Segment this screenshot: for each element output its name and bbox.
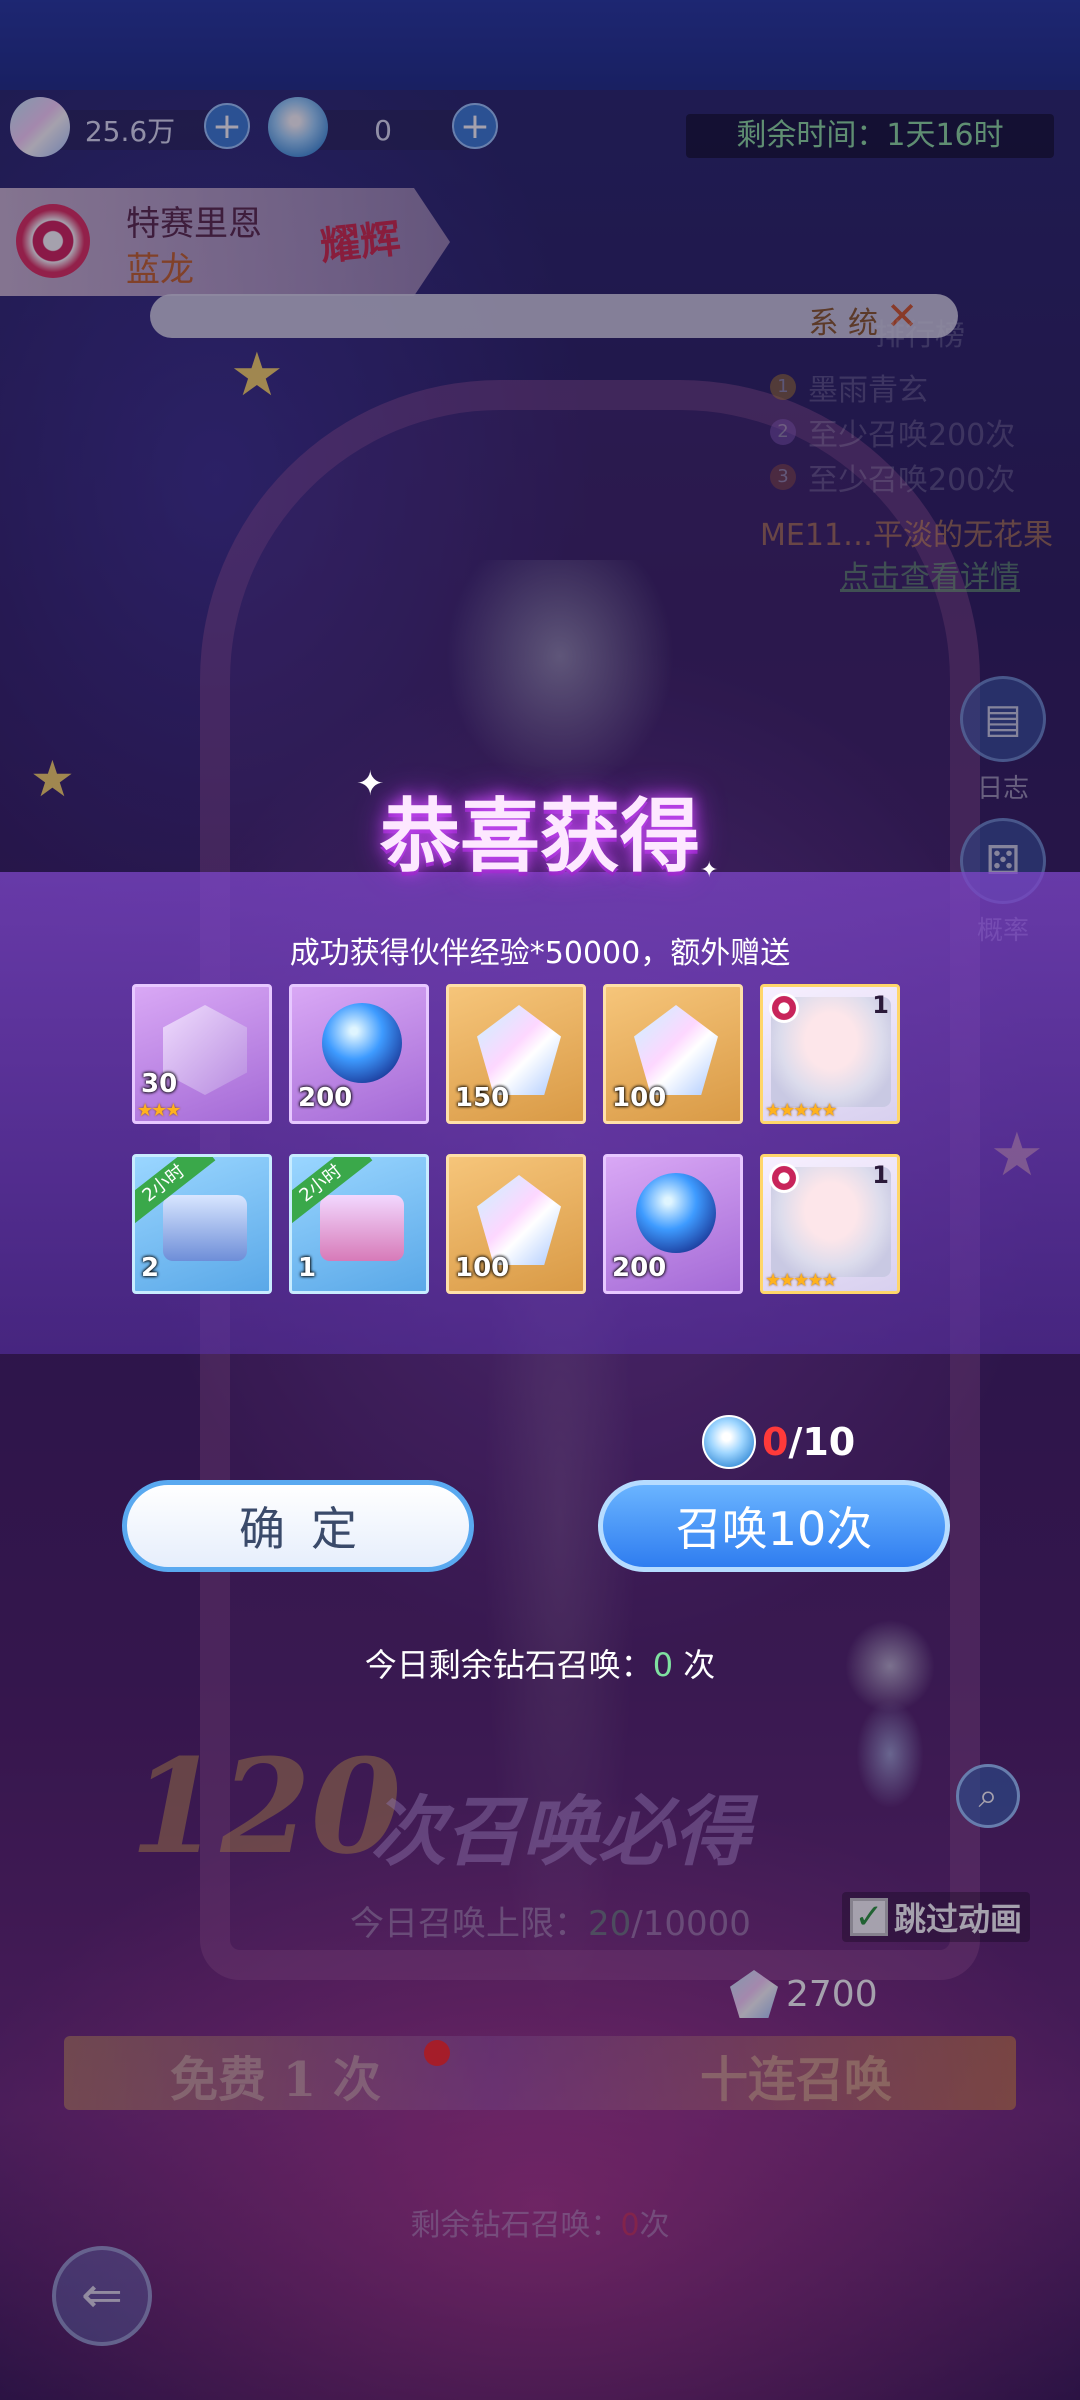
reward-item[interactable]: 30 ★★★ [132,984,272,1124]
reward-item[interactable]: 200 [603,1154,743,1294]
diamond-crystal-icon [477,1175,561,1265]
hero-count: 1 [872,991,889,1019]
star-rating: ★★★ [137,1100,181,1121]
ticket-current: 0 [762,1420,789,1464]
diamond-today-suffix: 次 [683,1646,716,1684]
today-diamond-summons: 今日剩余钻石召唤：0 次 [0,1640,1080,1686]
reward-item[interactable]: 150 [446,984,586,1124]
diamond-today-label: 今日剩余钻石召唤： [364,1646,653,1684]
reward-count: 30 [141,1069,178,1099]
reward-item[interactable]: 100 [446,1154,586,1294]
reward-item[interactable]: 1 ★★★★★ [760,1154,900,1294]
reward-item[interactable]: 2小时 2 [132,1154,272,1294]
hero-emblem-icon [769,993,799,1023]
summon-ticket-counter: 0/10 [702,1414,855,1470]
ticket-total: /10 [788,1420,856,1464]
reward-count: 200 [612,1253,667,1283]
sparkle-icon: ✦ [356,764,385,804]
reward-item[interactable]: 200 [289,984,429,1124]
reward-item[interactable]: 100 [603,984,743,1124]
diamond-today-count: 0 [652,1646,674,1684]
pink-chest-icon [320,1195,404,1261]
sparkle-icon: ✦ [700,858,719,883]
star-rating: ★★★★★ [765,1100,838,1121]
reward-item[interactable]: 2小时 1 [289,1154,429,1294]
gold-chest-icon [163,1195,247,1261]
blue-orb-icon [322,1003,402,1083]
reward-title: 恭喜获得 [380,789,700,883]
reward-count: 100 [612,1083,667,1113]
reward-count: 1 [298,1253,317,1283]
diamond-crystal-icon [634,1005,718,1095]
reward-count: 2 [141,1253,160,1283]
reward-count: 200 [298,1083,353,1113]
reward-subtitle: 成功获得伙伴经验*50000，额外赠送 [289,936,791,971]
summon-ticket-icon [702,1415,756,1469]
diamond-crystal-icon [477,1005,561,1095]
reward-count: 150 [455,1083,510,1113]
hero-count: 1 [872,1161,889,1189]
blue-orb-icon [636,1173,716,1253]
confirm-button[interactable]: 确定 [122,1480,474,1572]
reward-count: 100 [455,1253,510,1283]
hero-emblem-icon [769,1163,799,1193]
star-rating: ★★★★★ [765,1270,838,1291]
summon-10-button[interactable]: 召唤10次 [598,1480,950,1572]
reward-item[interactable]: 1 ★★★★★ [760,984,900,1124]
reward-grid: 30 ★★★ 200 150 100 1 ★★★★★ 2小时 2 2小时 1 1… [132,984,904,1294]
